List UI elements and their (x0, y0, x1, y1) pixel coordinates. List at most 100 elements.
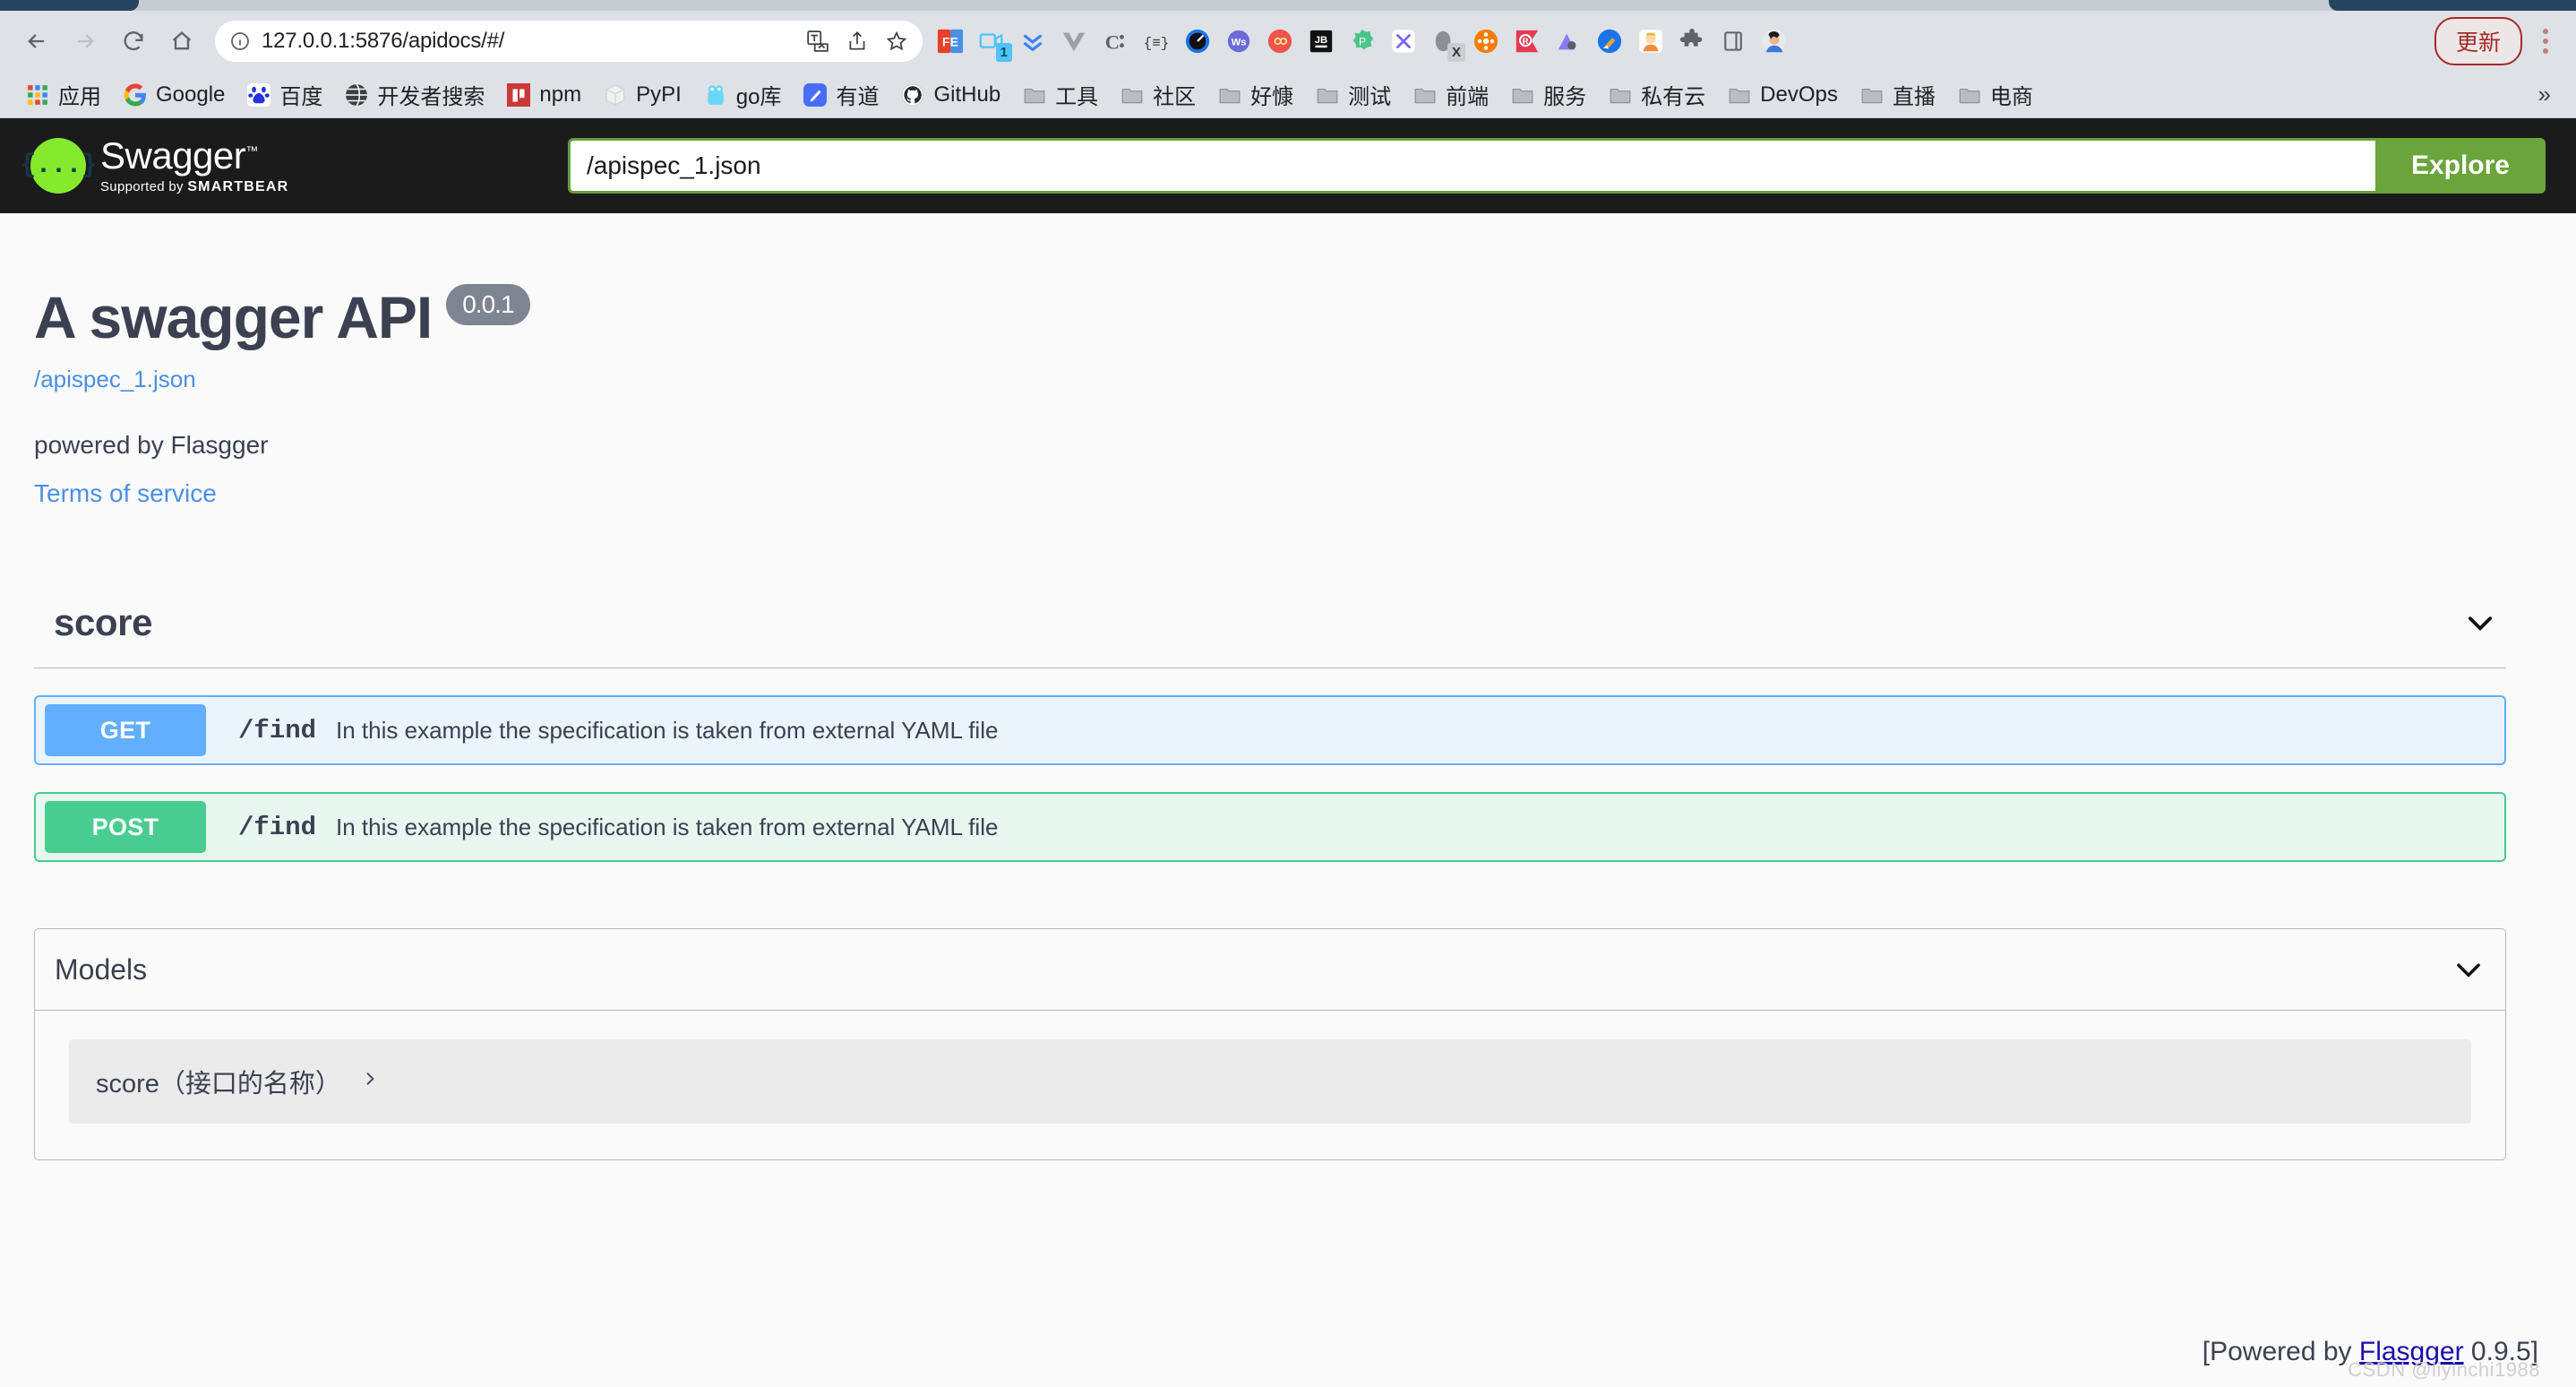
swagger-braces-icon: {...} (21, 138, 98, 194)
bookmark-youdao[interactable]: 有道 (794, 75, 891, 114)
translate-icon[interactable] (806, 30, 829, 53)
double-chevron-down-extension-icon[interactable] (1012, 21, 1053, 62)
url-text[interactable]: 127.0.0.1:5876/apidocs/#/ (262, 29, 795, 54)
bookmark-github[interactable]: GitHub (891, 79, 1013, 111)
address-bar[interactable]: 127.0.0.1:5876/apidocs/#/ (215, 21, 923, 62)
bookmark-google[interactable]: Google (114, 79, 237, 111)
xmind-extension-icon[interactable] (1383, 21, 1424, 62)
tab-strip[interactable] (0, 0, 2576, 11)
operation-row-get-find[interactable]: GET /find In this example the specificat… (34, 695, 2506, 765)
extension-badge-count: 1 (995, 43, 1012, 62)
folder-icon (1413, 82, 1438, 108)
bookmark-folder-haokang[interactable]: 好慷 (1208, 75, 1306, 114)
profile-avatar[interactable] (1754, 21, 1795, 62)
svg-text:C: C (1105, 30, 1120, 53)
api-info-block: A swagger API 0.0.1 /apispec_1.json powe… (34, 213, 2506, 508)
postman-extension-icon[interactable]: P (1342, 21, 1383, 62)
operation-row-post-find[interactable]: POST /find In this example the specifica… (34, 792, 2506, 862)
bookmark-baidu[interactable]: 百度 (237, 75, 335, 114)
bookmark-label: 工具 (1055, 85, 1099, 109)
svg-text:R: R (1523, 37, 1529, 46)
jetbrains-toolbox-extension-icon[interactable]: JB (1301, 21, 1342, 62)
bookmarks-overflow-button[interactable]: » (2538, 81, 2560, 108)
bookmark-folder-devops[interactable]: DevOps (1718, 79, 1850, 111)
avatar-yellow-extension-icon[interactable] (1630, 21, 1671, 62)
footer-prefix: [Powered by (2202, 1337, 2359, 1366)
bookmark-label: 好慷 (1250, 85, 1294, 109)
operation-path: /find (238, 715, 317, 745)
model-item-score[interactable]: score（接口的名称） (69, 1039, 2471, 1124)
tag-header[interactable]: score (34, 601, 2506, 668)
site-info-icon[interactable] (229, 30, 251, 52)
fe-helper-extension-icon[interactable]: FE (930, 21, 971, 62)
folder-icon (1957, 82, 1982, 108)
models-header[interactable]: Models (35, 929, 2505, 1011)
bookmark-folder-community[interactable]: 社区 (1111, 75, 1208, 114)
bookmark-folder-test[interactable]: 测试 (1306, 75, 1404, 114)
google-icon (123, 82, 148, 108)
smartbear-brand: SMARTBEAR (187, 178, 289, 194)
operation-summary: In this example the specification is tak… (336, 716, 999, 744)
bookmark-label: 私有云 (1641, 85, 1706, 109)
page-title: A swagger API 0.0.1 (34, 283, 2506, 351)
folder-icon (1315, 82, 1340, 108)
screen-recorder-extension-icon[interactable]: 1 (971, 21, 1012, 62)
bookmark-folder-tools[interactable]: 工具 (1013, 75, 1111, 114)
svg-text:{≡}: {≡} (1144, 36, 1170, 52)
speed-dial-extension-icon[interactable] (1177, 21, 1218, 62)
sidepanel-icon[interactable] (1713, 21, 1754, 62)
bookmark-folder-live[interactable]: 直播 (1850, 75, 1948, 114)
golang-icon (703, 82, 728, 108)
chevron-down-icon[interactable] (2463, 606, 2497, 640)
wappalyzer-extension-icon[interactable]: Ws (1218, 21, 1259, 62)
egg-extension-icon[interactable]: X (1424, 21, 1465, 62)
vue-devtools-extension-icon[interactable] (1053, 21, 1095, 62)
reload-button[interactable] (109, 17, 158, 65)
spec-json-link[interactable]: /apispec_1.json (34, 366, 2506, 393)
bookmark-apps[interactable]: 应用 (16, 75, 114, 114)
mountain-purple-extension-icon[interactable] (1548, 21, 1589, 62)
browser-tab-left[interactable] (0, 0, 139, 11)
folder-icon (1727, 82, 1752, 108)
explore-button[interactable]: Explore (2374, 138, 2546, 194)
http-method-badge: POST (45, 801, 206, 853)
folder-icon (1120, 82, 1145, 108)
hub-orange-extension-icon[interactable] (1465, 21, 1507, 62)
browser-menu-icon[interactable] (2528, 21, 2563, 62)
forward-button[interactable] (61, 17, 109, 65)
chevron-down-icon[interactable] (2451, 952, 2486, 986)
swagger-logo[interactable]: {...} Swagger™ Supported by SMARTBEAR (21, 134, 568, 195)
broom-extension-icon[interactable] (1589, 21, 1630, 62)
bookmark-folder-service[interactable]: 服务 (1501, 75, 1599, 114)
bookmark-star-icon[interactable] (885, 30, 908, 53)
spec-url-input[interactable] (568, 138, 2375, 194)
update-button[interactable]: 更新 (2434, 17, 2522, 65)
r-red-extension-icon[interactable]: R (1507, 21, 1548, 62)
chevron-right-icon[interactable] (361, 1070, 379, 1093)
npm-icon (506, 82, 531, 108)
bookmark-label: Google (156, 82, 226, 107)
terms-of-service-link[interactable]: Terms of service (34, 479, 2506, 508)
json-formatter-extension-icon[interactable]: {≡} (1136, 21, 1177, 62)
c-colon-extension-icon[interactable]: C (1095, 21, 1136, 62)
bookmark-npm[interactable]: npm (497, 79, 594, 111)
back-button[interactable] (13, 17, 61, 65)
bookmark-folder-ecommerce[interactable]: 电商 (1948, 75, 2046, 114)
infinity-extension-icon[interactable] (1259, 21, 1301, 62)
bookmark-go-lib[interactable]: go库 (694, 75, 794, 114)
back-arrow-icon (28, 34, 45, 48)
flasgger-link[interactable]: Flasgger (2359, 1337, 2464, 1366)
browser-tab-right[interactable] (2329, 0, 2576, 11)
puzzle-extensions-icon[interactable] (1671, 21, 1713, 62)
bookmark-label: 应用 (58, 85, 101, 109)
bookmark-folder-frontend[interactable]: 前端 (1404, 75, 1501, 114)
share-icon[interactable] (846, 30, 869, 53)
bookmark-dev-search[interactable]: 开发者搜索 (335, 75, 497, 114)
home-button[interactable] (158, 17, 206, 65)
bookmark-pypi[interactable]: PyPI (594, 79, 694, 111)
swagger-wordmark: Swagger (100, 134, 246, 177)
api-description: powered by Flasgger (34, 431, 269, 459)
bookmarks-bar: 应用 Google 百度 开发者搜索 npm PyPI go库 有道 GitHu… (0, 72, 2576, 118)
bookmark-folder-private-cloud[interactable]: 私有云 (1599, 75, 1718, 114)
extension-toolbar: FE 1 C {≡} Ws JB P X R (930, 21, 2426, 62)
